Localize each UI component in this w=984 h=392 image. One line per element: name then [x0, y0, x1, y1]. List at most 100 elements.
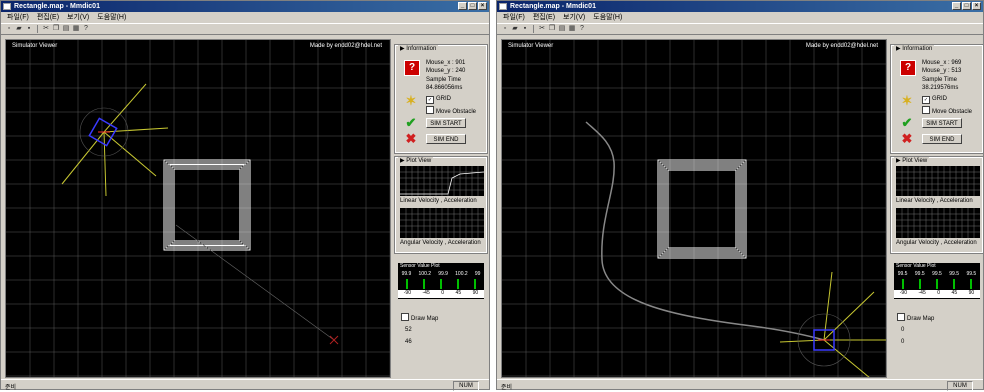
simulator-credit: Made by endd02@hdel.net [805, 43, 878, 49]
sensor-bar [405, 279, 408, 289]
move-obstacle-checkbox[interactable]: Move Obstacle [922, 106, 972, 115]
copy-icon[interactable]: ❐ [548, 25, 556, 33]
angular-velocity-plot [896, 208, 980, 238]
menu-edit[interactable]: 편집(E) [37, 12, 59, 23]
sample-time-value: 38.219576ms [922, 85, 959, 91]
mouse-y-value: : 240 [452, 68, 466, 74]
status-text: 준비 [501, 385, 513, 391]
minimize-button[interactable]: _ [952, 2, 961, 10]
paste-icon[interactable]: ▤ [558, 25, 566, 33]
paste-icon[interactable]: ▤ [62, 25, 70, 33]
menu-help[interactable]: 도움말(H) [97, 12, 126, 23]
grid-icon: ✶ [901, 93, 913, 108]
sensor-value: 99.5 [932, 271, 942, 277]
sim-end-button[interactable]: SIM END [922, 134, 962, 144]
print-icon[interactable]: ▦ [568, 25, 576, 33]
move-obstacle-check-box[interactable] [426, 106, 434, 114]
mouse-x-value: : 901 [452, 60, 466, 66]
sensor-title: Sensor Value Plot [896, 263, 936, 269]
move-obstacle-checkbox[interactable]: Move Obstacle [426, 106, 476, 115]
move-obstacle-label: Move Obstacle [932, 109, 973, 115]
checkmark-icon: ✔ [405, 115, 417, 130]
sensor-bar [474, 279, 477, 289]
sensor-bar [953, 279, 956, 289]
new-file-icon[interactable]: ▫ [501, 25, 509, 33]
sensor-value: 99.5 [949, 271, 960, 277]
simulator-viewer[interactable]: Simulator Viewer Made by endd02@hdel.net [5, 39, 391, 378]
menu-help[interactable]: 도움말(H) [593, 12, 622, 23]
grid-check-box[interactable]: ✓ [922, 96, 930, 104]
maximize-button[interactable]: □ [962, 2, 971, 10]
move-obstacle-check-box[interactable] [922, 106, 930, 114]
minimize-button[interactable]: _ [458, 2, 467, 10]
num-lock-indicator: NUM [947, 381, 973, 391]
sensor-bar [970, 279, 973, 289]
linear-plot-label: Linear Velocity , Acceleration [896, 198, 973, 204]
menu-bar: 파일(F) 편집(E) 보기(V) 도움말(H) [497, 12, 983, 23]
goal-marker [329, 335, 339, 345]
help-icon[interactable]: ? [82, 25, 90, 33]
title-bar: Rectangle.map - Mmdic01 _ □ × [497, 1, 983, 12]
print-icon[interactable]: ▦ [72, 25, 80, 33]
toolbar-separator [533, 25, 534, 33]
cut-icon[interactable]: ✂ [538, 25, 546, 33]
close-button[interactable]: × [478, 2, 487, 10]
information-title: ▶ Information [894, 45, 935, 52]
copy-icon[interactable]: ❐ [52, 25, 60, 33]
plot-view-title: ▶ Plot View [398, 157, 434, 164]
draw-map-checkbox[interactable]: Draw Map [401, 313, 438, 322]
grid-checkbox[interactable]: ✓ GRID [922, 96, 947, 104]
sensor-angle: -90 [403, 290, 411, 296]
right-window: Rectangle.map - Mmdic01 _ □ × 파일(F) 편집(E… [496, 0, 984, 391]
simulator-viewer[interactable]: Simulator Viewer Made by endd02@hdel.net [501, 39, 887, 378]
menu-view[interactable]: 보기(V) [563, 12, 585, 23]
sensor-angle: 0 [441, 290, 445, 296]
draw-map-value-1: 52 [405, 327, 412, 333]
grid-check-box[interactable]: ✓ [426, 96, 434, 104]
close-button[interactable]: × [972, 2, 981, 10]
save-icon[interactable]: ▪ [521, 25, 529, 33]
open-folder-icon[interactable]: ▰ [511, 25, 519, 33]
sensor-value: 99.9 [401, 271, 412, 277]
status-bar: 준비 NUM [497, 379, 983, 391]
sensor-rays [779, 271, 886, 377]
grid-label: GRID [436, 96, 451, 102]
menu-file[interactable]: 파일(F) [7, 12, 29, 23]
sensor-value-plot: Sensor Value Plot 99.9 100.2 99.9 100.2 … [398, 263, 484, 299]
sensor-bar [918, 279, 921, 289]
cut-icon[interactable]: ✂ [42, 25, 50, 33]
status-bar: 준비 NUM [1, 379, 489, 391]
question-icon: ? [900, 60, 916, 76]
angular-plot-label: Angular Velocity , Acceleration [400, 240, 481, 246]
sensor-value: 100.2 [418, 271, 432, 277]
sensor-angle: -45 [918, 290, 926, 296]
new-file-icon[interactable]: ▫ [5, 25, 13, 33]
sensor-angle: 45 [951, 290, 958, 296]
menu-file[interactable]: 파일(F) [503, 12, 525, 23]
sensor-value: 99.5 [897, 271, 908, 277]
simulator-canvas[interactable] [502, 40, 887, 378]
mouse-y-label: Mouse_y [922, 68, 947, 74]
sensor-bar [457, 279, 460, 289]
draw-map-check-box[interactable] [897, 313, 905, 321]
draw-map-check-box[interactable] [401, 313, 409, 321]
save-icon[interactable]: ▪ [25, 25, 33, 33]
sensor-angle: 0 [937, 290, 941, 296]
grid-checkbox[interactable]: ✓ GRID [426, 96, 451, 104]
mouse-x-label: Mouse_x [426, 60, 451, 66]
menu-view[interactable]: 보기(V) [67, 12, 89, 23]
mouse-y-value: : 513 [948, 68, 962, 74]
help-icon[interactable]: ? [578, 25, 586, 33]
sim-end-button[interactable]: SIM END [426, 134, 466, 144]
sim-start-button[interactable]: SIM START [426, 118, 466, 128]
sim-start-button[interactable]: SIM START [922, 118, 962, 128]
maximize-button[interactable]: □ [468, 2, 477, 10]
sensor-value-plot: Sensor Value Plot 99.5 99.5 99.5 99.5 99… [894, 263, 980, 299]
open-folder-icon[interactable]: ▰ [15, 25, 23, 33]
sensor-bar [422, 279, 425, 289]
status-text: 준비 [5, 385, 17, 391]
simulator-canvas[interactable] [6, 40, 391, 378]
menu-edit[interactable]: 편집(E) [533, 12, 555, 23]
sensor-angle: 90 [472, 290, 479, 296]
draw-map-checkbox[interactable]: Draw Map [897, 313, 934, 322]
